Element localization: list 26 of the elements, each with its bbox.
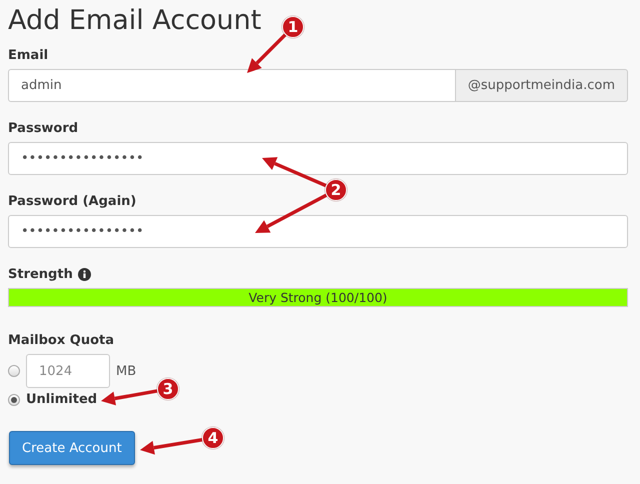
domain-addon: @supportmeindia.com — [456, 69, 628, 102]
field-label: Mailbox Quota — [8, 333, 114, 348]
info-icon[interactable] — [78, 268, 91, 281]
radio-button[interactable] — [8, 394, 20, 406]
page-title: Add Email Account — [8, 4, 262, 38]
strength-reading: Very Strong (100/100) — [248, 289, 388, 306]
unit-label: MB — [116, 364, 136, 378]
field-label: Password (Again) — [8, 194, 136, 209]
radio-button[interactable] — [8, 365, 20, 377]
arrow — [262, 157, 327, 188]
callout-badge: 3 — [157, 378, 179, 400]
password-field[interactable]: •••••••••••••••• — [8, 142, 628, 175]
field-label: Password — [8, 121, 78, 136]
arrow — [140, 438, 202, 455]
field-label: Strength — [8, 267, 73, 282]
field-label: Email — [8, 48, 48, 63]
quota-field[interactable]: 1024 — [26, 354, 110, 388]
email-field[interactable]: admin — [8, 69, 456, 102]
option-label: Unlimited — [26, 392, 98, 407]
callout-badge: 4 — [202, 427, 224, 449]
callout-badge: 2 — [325, 179, 347, 201]
arrow — [101, 389, 158, 406]
callout-badge: 1 — [282, 16, 304, 38]
create-account-button[interactable]: Create Account — [9, 431, 135, 465]
password-field[interactable]: •••••••••••••••• — [8, 215, 628, 248]
arrow — [247, 34, 286, 73]
